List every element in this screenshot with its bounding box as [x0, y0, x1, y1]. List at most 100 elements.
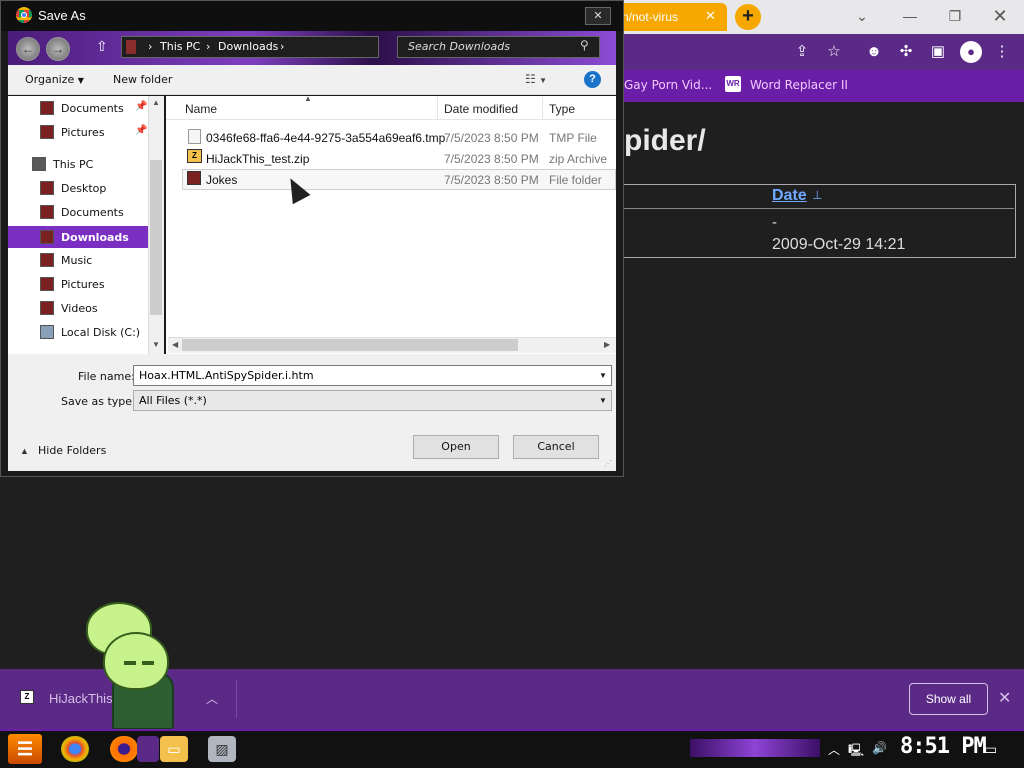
breadcrumb-this-pc[interactable]: This PC: [160, 40, 200, 53]
new-folder-button[interactable]: New folder: [113, 73, 172, 86]
file-type: zip Archive: [549, 152, 608, 166]
pictures-folder-icon: [40, 125, 54, 139]
volume-icon[interactable]: 🔊: [872, 741, 887, 755]
clock[interactable]: 8:51 PM: [900, 734, 987, 759]
nav-item-local-disk[interactable]: Local Disk (C:): [61, 326, 140, 348]
search-icon[interactable]: ⚲: [580, 38, 589, 52]
bookmark-star-icon[interactable]: ☆: [824, 42, 844, 62]
menu-icon[interactable]: ⋮: [992, 42, 1012, 62]
documents-folder-icon: [40, 205, 54, 219]
folder-location-icon: [126, 40, 136, 54]
nav-item-documents-pinned[interactable]: Documents: [61, 102, 124, 124]
pictures-folder-icon: [40, 277, 54, 291]
nav-item-downloads[interactable]: Downloads: [61, 231, 129, 253]
extensions-icon[interactable]: ✣: [896, 42, 916, 62]
nav-item-music[interactable]: Music: [61, 254, 92, 276]
column-name[interactable]: Name: [185, 102, 217, 116]
cancel-button[interactable]: Cancel: [513, 435, 599, 459]
chevron-up-icon[interactable]: ▲: [20, 446, 29, 456]
app-taskbar-icon[interactable]: [137, 736, 159, 762]
scroll-up-arrow-icon[interactable]: ▲: [152, 98, 160, 107]
resize-grip-icon[interactable]: ⋰: [604, 459, 612, 468]
extension-avatar-icon[interactable]: ☻: [864, 42, 884, 62]
file-explorer-taskbar-icon[interactable]: ▭: [160, 736, 188, 762]
column-separator[interactable]: [437, 97, 438, 119]
mascot-eye: [124, 661, 136, 665]
window-close-icon[interactable]: ✕: [980, 5, 1020, 27]
column-date-modified[interactable]: Date modified: [444, 102, 518, 116]
dialog-title: Save As: [38, 8, 86, 23]
forward-arrow-icon[interactable]: →: [46, 37, 70, 61]
bookmark-item[interactable]: Gay Porn Vid...: [624, 78, 712, 92]
nav-item-desktop[interactable]: Desktop: [61, 182, 106, 204]
taskbar-decoration: [690, 739, 820, 757]
file-name[interactable]: 0346fe68-ffa6-4e44-9275-3a554a69eaf6.tmp: [206, 131, 445, 145]
save-as-type-label: Save as type:: [61, 395, 136, 408]
hide-folders-button[interactable]: Hide Folders: [38, 444, 106, 457]
chrome-taskbar-icon[interactable]: [61, 736, 89, 762]
minimize-icon[interactable]: —: [890, 5, 930, 27]
date-column-link[interactable]: Date: [772, 187, 807, 205]
column-type[interactable]: Type: [549, 102, 575, 116]
mascot-eye: [142, 661, 154, 665]
breadcrumb-downloads[interactable]: Downloads: [218, 40, 278, 53]
breadcrumb-chevron-icon[interactable]: ›: [148, 40, 152, 53]
tab-search-icon[interactable]: ⌄: [842, 5, 882, 27]
nav-item-documents[interactable]: Documents: [61, 206, 124, 228]
search-placeholder: Search Downloads: [408, 40, 510, 53]
back-arrow-icon[interactable]: ←: [16, 37, 40, 61]
close-download-bar-icon[interactable]: ✕: [998, 688, 1011, 708]
file-type: TMP File: [549, 131, 597, 145]
firefox-taskbar-icon[interactable]: [110, 736, 138, 762]
new-tab-button[interactable]: +: [735, 4, 761, 30]
disk-drive-icon: [40, 325, 54, 339]
tab-close-icon[interactable]: ✕: [705, 8, 716, 24]
tray-chevron-icon[interactable]: ︿: [828, 741, 840, 758]
restore-icon[interactable]: ❐: [935, 5, 975, 27]
page-heading: pider/: [624, 124, 706, 157]
open-button[interactable]: Open: [413, 435, 499, 459]
dropdown-arrow-icon[interactable]: ▼: [599, 396, 607, 405]
nav-item-pictures[interactable]: Pictures: [61, 278, 105, 300]
sort-caret-icon: ▲: [304, 94, 312, 103]
organize-button[interactable]: Organize ▼: [25, 73, 84, 86]
breadcrumb-chevron-icon[interactable]: ›: [206, 40, 210, 53]
bookmark-item[interactable]: Word Replacer II: [750, 78, 848, 92]
scroll-right-arrow-icon[interactable]: ▶: [604, 340, 610, 349]
table-cell-date: 2009-Oct-29 14:21: [772, 236, 906, 253]
breadcrumb-chevron-icon[interactable]: ›: [280, 40, 284, 53]
nav-item-this-pc[interactable]: This PC: [53, 158, 93, 180]
file-name[interactable]: Jokes: [206, 173, 237, 187]
share-icon[interactable]: ⇪: [792, 42, 812, 62]
save-as-type-select[interactable]: All Files (*.*): [133, 390, 612, 411]
show-all-button[interactable]: Show all: [909, 683, 988, 715]
scroll-left-arrow-icon[interactable]: ◀: [172, 340, 178, 349]
dropdown-arrow-icon[interactable]: ▼: [599, 371, 607, 380]
view-options-icon[interactable]: ☷ ▼: [525, 72, 547, 86]
file-name-field[interactable]: Hoax.HTML.AntiSpySpider.i.htm: [133, 365, 612, 386]
help-icon[interactable]: ?: [584, 71, 601, 88]
file-name-label: File name:: [78, 370, 135, 383]
nav-item-videos[interactable]: Videos: [61, 302, 98, 324]
side-panel-icon[interactable]: ▣: [928, 42, 948, 62]
file-date: 7/5/2023 8:50 PM: [444, 131, 539, 145]
column-separator[interactable]: [542, 97, 543, 119]
network-icon[interactable]: 🖳: [848, 741, 864, 762]
chevron-up-icon[interactable]: ︿: [206, 690, 218, 707]
dialog-title-bar: [1, 1, 623, 31]
nav-item-pictures-pinned[interactable]: Pictures: [61, 126, 105, 148]
image-viewer-taskbar-icon[interactable]: ▨: [208, 736, 236, 762]
horizontal-scrollbar-thumb[interactable]: [182, 339, 518, 351]
dialog-close-button[interactable]: ✕: [585, 7, 611, 25]
zip-file-icon: Z: [187, 149, 202, 163]
start-button[interactable]: ☰: [8, 734, 42, 764]
profile-avatar-icon[interactable]: ●: [960, 41, 982, 63]
documents-folder-icon: [40, 101, 54, 115]
up-arrow-icon[interactable]: ⇧: [96, 38, 108, 55]
table-cell-date: -: [772, 214, 777, 231]
notifications-icon[interactable]: ▭: [984, 741, 997, 758]
scroll-down-arrow-icon[interactable]: ▼: [152, 340, 160, 349]
file-name[interactable]: HiJackThis_test.zip: [206, 152, 309, 166]
nav-scrollbar-thumb[interactable]: [150, 160, 162, 315]
computer-icon: [32, 157, 46, 171]
